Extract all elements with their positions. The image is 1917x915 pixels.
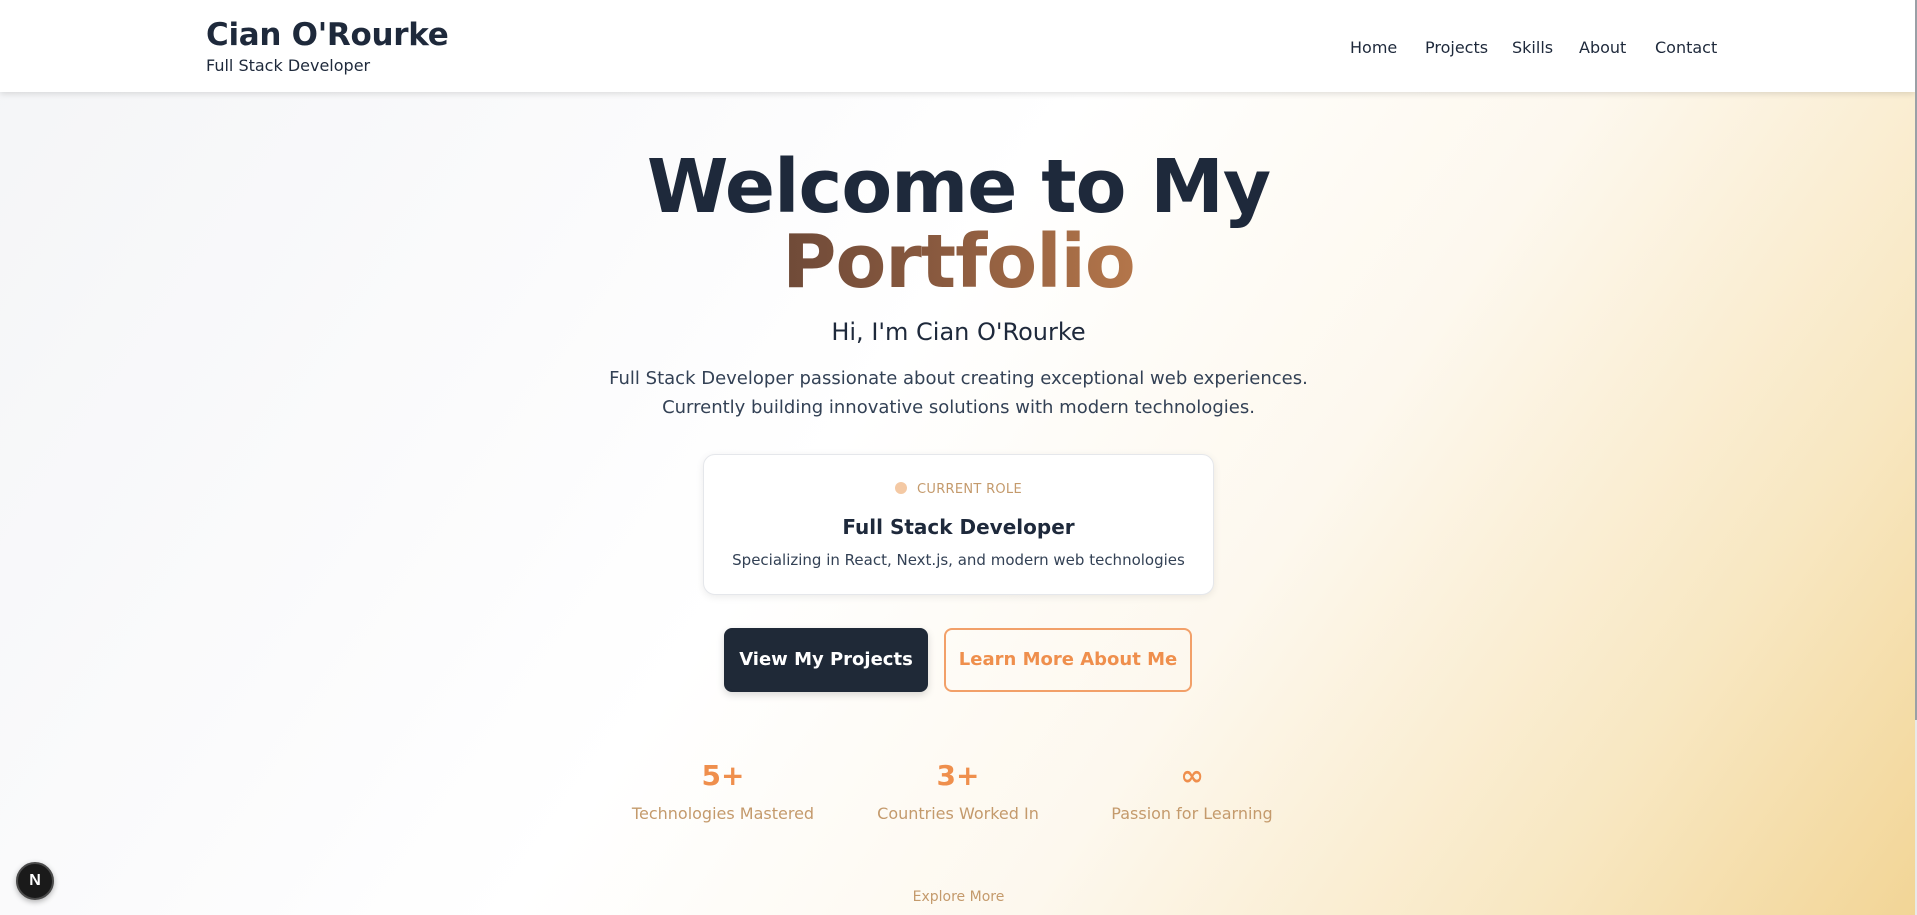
stat-label: Passion for Learning	[1111, 804, 1273, 823]
hero-title-highlight: Portfolio	[782, 219, 1136, 305]
greeting-name: Cian O'Rourke	[916, 318, 1086, 346]
brand-subtitle: Full Stack Developer	[206, 56, 371, 75]
role-title: Full Stack Developer	[842, 515, 1075, 539]
nextjs-dev-badge-icon[interactable]: N	[16, 862, 54, 900]
role-label-row: CURRENT ROLE	[704, 482, 1213, 497]
stat-value: ∞	[1180, 759, 1204, 792]
view-projects-button[interactable]: View My Projects	[724, 628, 928, 692]
hero-tagline-line1: Full Stack Developer passionate about cr…	[609, 368, 1308, 389]
learn-more-button[interactable]: Learn More About Me	[944, 628, 1192, 692]
nav-contact[interactable]: Contact	[1655, 38, 1717, 57]
status-dot-icon	[895, 482, 907, 494]
role-label: CURRENT ROLE	[917, 482, 1022, 497]
hero-title-line2: Portfolio	[0, 225, 1917, 299]
stat-label: Technologies Mastered	[631, 804, 815, 823]
stat-value: 5+	[701, 759, 745, 792]
hero-title-line1: Welcome to My	[646, 144, 1271, 230]
stat-countries: 3+ Countries Worked In	[828, 759, 1088, 824]
hero-tagline-line2: Currently building innovative solutions …	[662, 397, 1255, 418]
stat-technologies: 5+ Technologies Mastered	[593, 759, 853, 824]
nav-skills[interactable]: Skills	[1512, 38, 1553, 57]
explore-more-link[interactable]: Explore More	[0, 889, 1917, 905]
stat-label: Countries Worked In	[877, 804, 1039, 823]
stat-value: 3+	[936, 759, 980, 792]
greeting-prefix: Hi, I'm	[831, 318, 909, 346]
current-role-card: CURRENT ROLE Full Stack Developer Specia…	[703, 454, 1214, 595]
role-description: Specializing in React, Next.js, and mode…	[732, 551, 1185, 569]
nav-projects[interactable]: Projects	[1425, 38, 1488, 57]
nav-home[interactable]: Home	[1350, 38, 1397, 57]
brand-name[interactable]: Cian O'Rourke	[206, 17, 449, 53]
nav-about[interactable]: About	[1579, 38, 1626, 57]
stat-passion: ∞ Passion for Learning	[1062, 759, 1322, 824]
hero-greeting: Hi, I'm Cian O'Rourke	[0, 318, 1917, 346]
site-header: Cian O'Rourke Full Stack Developer Home …	[0, 0, 1915, 92]
